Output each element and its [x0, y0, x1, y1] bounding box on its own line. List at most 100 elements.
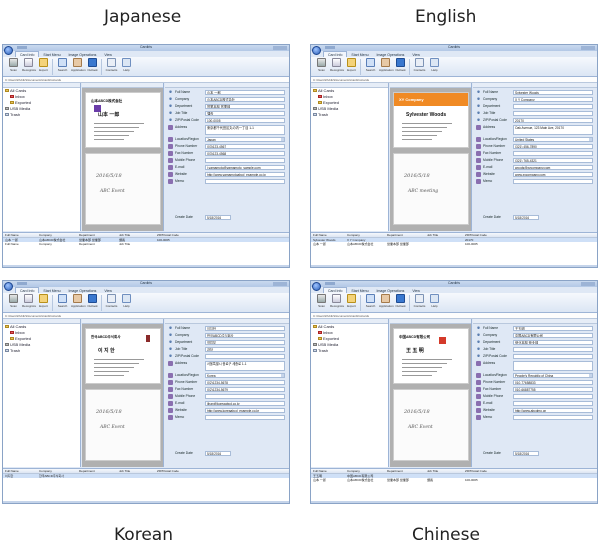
field-input[interactable]: (321) 765-4321 — [513, 158, 593, 163]
table-row[interactable]: Full Name Company Department Job Title — [3, 242, 289, 246]
tree-item-trash[interactable]: Trash — [311, 112, 388, 118]
ribbon-button-contacts[interactable]: Contacts — [105, 294, 118, 311]
field-input[interactable] — [513, 354, 593, 359]
field-input[interactable]: 010-66887755 — [513, 387, 593, 392]
tree-item-trash[interactable]: Trash — [3, 112, 80, 118]
field-input[interactable]: http://www.abcdmo.cn — [513, 408, 593, 413]
app-menu-orb-icon[interactable] — [312, 282, 321, 291]
field-input[interactable]: 営業本部 営業部 — [205, 104, 285, 109]
field-input[interactable]: X Y Company — [513, 97, 593, 102]
field-input[interactable]: 課長 — [205, 111, 285, 116]
field-input[interactable]: jihan@koreaabcd.co.kr — [205, 401, 285, 406]
field-input[interactable] — [205, 179, 285, 184]
window-controls[interactable] — [273, 282, 287, 286]
create-date-field[interactable]: 5/18/2016 — [205, 451, 231, 456]
ribbon-button-help[interactable]: Help — [428, 294, 441, 311]
ribbon-button-contacts[interactable]: Contacts — [413, 58, 426, 75]
ribbon-button-recognize[interactable]: Recognize — [330, 294, 344, 311]
field-input[interactable]: http://www.yamamotoabcd_example.co.jp — [205, 172, 285, 177]
ribbon-button-contacts[interactable]: Contacts — [413, 294, 426, 311]
ribbon-button-scanner[interactable]: Scan — [315, 294, 328, 311]
business-card-front[interactable]: 中国ABCD有限公司王 五 明 — [393, 328, 469, 384]
field-input[interactable]: 100-0005 — [205, 118, 285, 123]
field-input[interactable]: woods@xycompany.com — [513, 165, 593, 170]
field-input[interactable] — [513, 111, 593, 116]
business-card-back[interactable]: 2016/5/18 ABC meeting — [393, 153, 469, 225]
field-input[interactable] — [513, 179, 593, 184]
table-row[interactable]: 山本 一郎 山本ABCD株式会社 営業本部 営業部 課長 100-0005 — [311, 478, 597, 482]
field-input[interactable]: 山本 一郎 — [205, 90, 285, 95]
ribbon-button-export[interactable]: Export — [345, 58, 358, 75]
field-input[interactable] — [513, 151, 593, 156]
field-input[interactable] — [513, 401, 593, 406]
ribbon-button-application[interactable]: Application — [71, 58, 86, 75]
app-menu-orb-icon[interactable] — [4, 46, 13, 55]
create-date-field[interactable]: 5/18/2016 — [205, 215, 231, 220]
create-date-field[interactable]: 5/18/2016 — [513, 451, 539, 456]
field-input[interactable] — [513, 361, 593, 371]
field-input[interactable]: 010-77658833 — [513, 380, 593, 385]
window-controls[interactable] — [581, 46, 595, 50]
field-input[interactable] — [205, 354, 285, 359]
ribbon-button-export[interactable]: Export — [345, 294, 358, 311]
field-input[interactable] — [513, 347, 593, 352]
field-input[interactable]: (02)1234-5678 — [205, 380, 285, 385]
business-card-front[interactable]: XY Company Sylvester Woods — [393, 92, 469, 148]
field-input[interactable]: 山本ABCD株式会社 — [205, 97, 285, 102]
ribbon-button-outlook[interactable]: Outlook — [394, 58, 407, 75]
ribbon-button-help[interactable]: Help — [428, 58, 441, 75]
ribbon-button-search[interactable]: Search — [56, 294, 69, 311]
field-input[interactable]: People's Republic of China — [513, 373, 593, 378]
table-row[interactable]: 이지한 한국ABCD주식회사 — [3, 474, 289, 478]
ribbon-button-help[interactable]: Help — [120, 58, 133, 75]
field-input[interactable] — [513, 104, 593, 109]
field-input[interactable]: (02)1234-5679 — [205, 387, 285, 392]
tree-item-trash[interactable]: Trash — [311, 348, 388, 354]
field-input[interactable]: 20170 — [513, 118, 593, 123]
ribbon-button-export[interactable]: Export — [37, 294, 50, 311]
field-input[interactable] — [513, 415, 593, 420]
business-card-front[interactable]: 한국ABCD주식회사 이 지 한 — [85, 328, 161, 384]
app-menu-orb-icon[interactable] — [312, 46, 321, 55]
field-input[interactable] — [513, 394, 593, 399]
ribbon-button-application[interactable]: Application — [71, 294, 86, 311]
ribbon-button-help[interactable]: Help — [120, 294, 133, 311]
field-input[interactable]: 이지한 — [205, 326, 285, 331]
app-menu-orb-icon[interactable] — [4, 282, 13, 291]
ribbon-button-contacts[interactable]: Contacts — [105, 58, 118, 75]
ribbon-button-recognize[interactable]: Recognize — [22, 294, 36, 311]
field-input[interactable]: Korea — [205, 373, 285, 378]
field-input[interactable]: www.xycompany.com — [513, 172, 593, 177]
ribbon-button-outlook[interactable]: Outlook — [86, 294, 99, 311]
ribbon-button-recognize[interactable]: Recognize — [330, 58, 344, 75]
business-card-back[interactable]: 2016/5/18 ABC Event — [85, 389, 161, 461]
field-input[interactable]: 서울특별시 종로구 세종로 1-1 — [205, 361, 285, 371]
business-card-back[interactable]: 2016/5/18 ABC Event — [85, 153, 161, 225]
ribbon-button-search[interactable]: Search — [364, 294, 377, 311]
field-input[interactable]: 영업부 — [205, 340, 285, 345]
field-input[interactable]: 東京都千代田区丸の内一丁目 1-1 — [205, 125, 285, 135]
ribbon-button-search[interactable]: Search — [56, 58, 69, 75]
field-input[interactable]: Sylvester Woods — [513, 90, 593, 95]
field-input[interactable]: (03)123-4568 — [205, 151, 285, 156]
create-date-field[interactable]: 5/18/2016 — [513, 215, 539, 220]
field-input[interactable]: (03)123-4567 — [205, 144, 285, 149]
table-row[interactable]: 山本 一郎 山本ABCD株式会社 営業本部 営業部 100-0005 — [311, 242, 597, 246]
ribbon-button-scanner[interactable]: Scan — [315, 58, 328, 75]
ribbon-button-scanner[interactable]: Scan — [7, 58, 20, 75]
field-input[interactable]: 王五明 — [513, 326, 593, 331]
business-card-front[interactable]: 山本ABCD株式会社 山本 一郎 — [85, 92, 161, 148]
field-input[interactable]: Oak Avenue, 123 Main Ave, 20170 — [513, 125, 593, 135]
field-input[interactable] — [205, 158, 285, 163]
field-input[interactable] — [205, 415, 285, 420]
field-input[interactable]: 中国ABCD有限公司 — [513, 333, 593, 338]
ribbon-button-export[interactable]: Export — [37, 58, 50, 75]
ribbon-button-search[interactable]: Search — [364, 58, 377, 75]
field-input[interactable]: i.yamamoto@yamamoto_sample.com — [205, 165, 285, 170]
window-controls[interactable] — [273, 46, 287, 50]
ribbon-button-scanner[interactable]: Scan — [7, 294, 20, 311]
ribbon-button-outlook[interactable]: Outlook — [86, 58, 99, 75]
field-input[interactable]: Japan — [205, 137, 285, 142]
ribbon-button-application[interactable]: Application — [379, 58, 394, 75]
field-input[interactable]: http://www.koreaabcd_example.co.kr — [205, 408, 285, 413]
